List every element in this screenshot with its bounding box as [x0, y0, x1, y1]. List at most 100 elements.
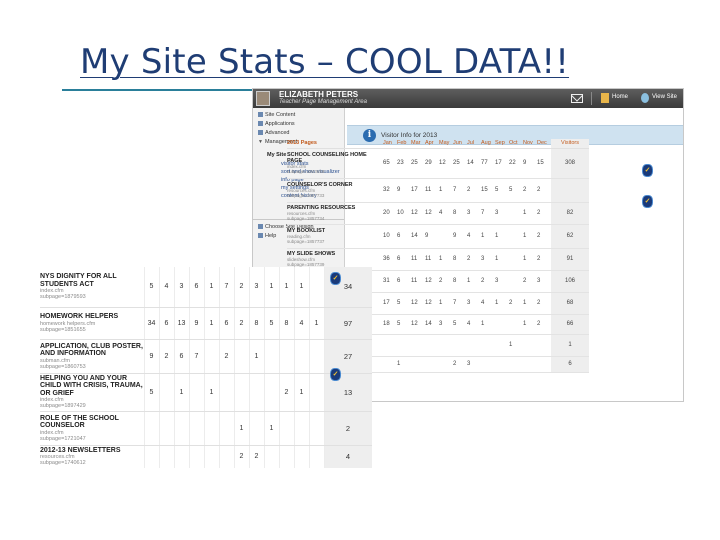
month-count-cell: 8 [453, 270, 467, 293]
month-count-cell: 12 [425, 202, 439, 225]
zoomed-stats-table: NYS DIGNITY FOR ALL STUDENTS ACT index.cf… [40, 267, 372, 468]
month-count-cell: 4 [439, 202, 453, 225]
home-icon[interactable] [601, 93, 609, 103]
month-count-cell: 2 [509, 292, 523, 315]
month-count-cell [189, 445, 205, 468]
month-count-cell: 3 [495, 202, 509, 225]
month-count-cell: 25 [411, 148, 425, 179]
sidebar-item-my-site[interactable]: My Site [267, 152, 286, 158]
column-header-month: Feb [397, 139, 411, 149]
month-count-cell [509, 356, 523, 373]
sidebar-item-help[interactable]: Help [258, 233, 276, 239]
month-count-cell [159, 445, 175, 468]
month-count-cell: 6 [397, 224, 411, 249]
home-link[interactable]: Home [612, 94, 628, 100]
month-count-cell: 17 [411, 178, 425, 203]
page-url: subpage=1721047 [40, 435, 86, 442]
month-count-cell: 15 [481, 178, 495, 203]
month-count-cell [174, 445, 190, 468]
page-title-link[interactable]: SCHOOL COUNSELING HOME PAGE [287, 152, 383, 164]
page-title-link[interactable]: ROLE OF THE SCHOOL COUNSELOR [40, 415, 143, 430]
page-url: subpage=1857737 [287, 239, 325, 244]
page-url: subpage=1879593 [40, 294, 86, 301]
month-count-cell: 1 [204, 267, 220, 308]
check-badge-icon: ✓ [330, 368, 341, 381]
page-title-link[interactable]: HOMEWORK HELPERS [40, 313, 143, 321]
table-header-row: 2013 Pages Jan Feb Mar Apr May Jun Jul Aug Sep Oct… [287, 139, 589, 149]
page-title-link[interactable]: APPLICATION, CLUB POSTER, AND INFORMATIO… [40, 343, 143, 358]
month-count-cell [537, 356, 551, 373]
page-url: subpage=1857734 [287, 216, 325, 221]
page-title-link[interactable]: NYS DIGNITY FOR ALL STUDENTS ACT [40, 273, 143, 288]
visitor-total-cell: 97 [324, 307, 372, 340]
sidebar-item-applications[interactable]: Applications [258, 121, 295, 127]
month-count-cell [383, 356, 397, 373]
month-count-cell [294, 411, 310, 446]
month-count-cell: 2 [234, 267, 250, 308]
column-header-visitors: Visitors [551, 139, 589, 149]
column-header-month: Jul [467, 139, 481, 149]
month-count-cell: 5 [509, 178, 523, 203]
month-count-cell: 12 [411, 292, 425, 315]
month-count-cell: 65 [383, 148, 397, 179]
month-count-cell: 11 [425, 178, 439, 203]
page-name-cell: ROLE OF THE SCHOOL COUNSELOR index.cfm sub… [40, 411, 145, 446]
month-count-cell: 77 [481, 148, 495, 179]
month-count-cell [495, 356, 509, 373]
month-count-cell [309, 411, 325, 446]
view-site-link[interactable]: View Site [652, 94, 677, 100]
table-row: APPLICATION, CLUB POSTER, AND INFORMATIO… [40, 339, 372, 374]
month-count-cell [425, 334, 439, 357]
page-name-cell: HOMEWORK HELPERS homework helpers.cfm subp… [40, 307, 145, 340]
page-title-link[interactable]: 2012-13 NEWSLETTERS [40, 447, 143, 455]
month-count-cell: 1 [495, 292, 509, 315]
month-count-cell [509, 314, 523, 335]
page-url: subpage=1843618 [287, 169, 325, 174]
month-count-cell: 1 [481, 314, 495, 335]
page-title-link[interactable]: HELPING YOU AND YOUR CHILD WITH CRISIS, … [40, 375, 143, 398]
month-count-cell: 9 [397, 178, 411, 203]
month-count-cell: 1 [523, 224, 537, 249]
month-count-cell [411, 334, 425, 357]
month-count-cell: 7 [453, 178, 467, 203]
month-count-cell: 1 [523, 248, 537, 271]
page-name-cell: COUNSELOR'S CORNER resources.cfm subpage=1… [287, 178, 383, 203]
month-count-cell: 3 [467, 292, 481, 315]
page-name-cell: HELPING YOU AND YOUR CHILD WITH CRISIS, … [40, 373, 145, 412]
month-count-cell: 12 [439, 148, 453, 179]
table-row: COUNSELOR'S CORNER resources.cfm subpage=1… [287, 178, 589, 203]
month-count-cell: 1 [204, 307, 220, 340]
month-count-cell [509, 202, 523, 225]
month-count-cell: 2 [234, 307, 250, 340]
month-count-cell [523, 356, 537, 373]
month-count-cell: 3 [481, 248, 495, 271]
month-count-cell [219, 373, 235, 412]
month-count-cell [219, 411, 235, 446]
mail-icon[interactable] [571, 94, 583, 103]
month-count-cell [279, 411, 295, 446]
sidebar-item-site-content[interactable]: Site Content [258, 112, 295, 118]
month-count-cell: 1 [439, 248, 453, 271]
month-count-cell [411, 356, 425, 373]
view-site-icon[interactable] [641, 93, 649, 103]
month-count-cell [509, 224, 523, 249]
month-count-cell [453, 334, 467, 357]
month-count-cell: 6 [189, 267, 205, 308]
month-count-cell: 1 [467, 270, 481, 293]
month-count-cell [509, 270, 523, 293]
month-count-cell: 32 [383, 178, 397, 203]
help-icon [258, 233, 263, 239]
sidebar-item-advanced[interactable]: Advanced [258, 130, 289, 136]
month-count-cell: 31 [383, 270, 397, 293]
sidebar-item-label: Help [265, 233, 277, 239]
month-count-cell: 1 [481, 224, 495, 249]
month-count-cell: 1 [495, 224, 509, 249]
month-count-cell [294, 445, 310, 468]
month-count-cell [204, 445, 220, 468]
month-count-cell [523, 334, 537, 357]
month-count-cell: 7 [481, 202, 495, 225]
page-name-cell: PARENTING RESOURCES resources.cfm subpage=… [287, 202, 383, 225]
month-count-cell [309, 373, 325, 412]
month-count-cell: 3 [467, 202, 481, 225]
table-row: 2012-13 NEWSLETTERS resources.cfm subpage=… [40, 445, 372, 468]
